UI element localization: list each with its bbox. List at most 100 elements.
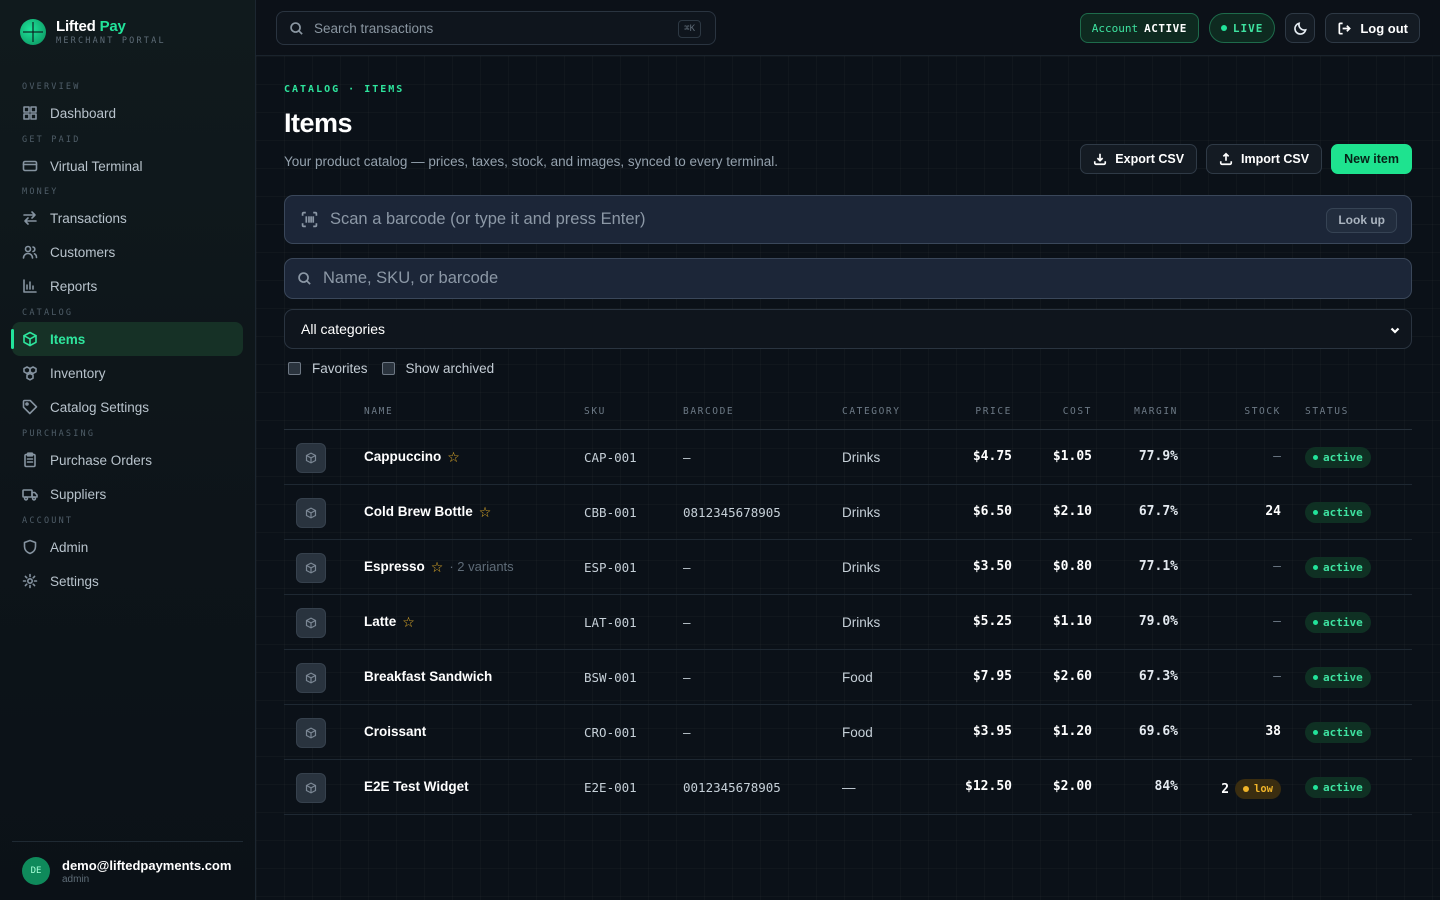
item-name-cell[interactable]: Cappuccino ☆ (364, 449, 460, 464)
download-icon (1094, 153, 1107, 166)
brand[interactable]: Lifted Pay MERCHANT PORTAL (20, 18, 166, 46)
sidebar-item-virtual-terminal[interactable]: Virtual Terminal (12, 149, 243, 183)
column-header-sku[interactable]: SKU (584, 406, 606, 417)
box-placeholder-icon (305, 727, 317, 739)
import-csv-button[interactable]: Import CSV (1206, 144, 1323, 174)
item-thumbnail[interactable] (296, 663, 326, 693)
export-csv-button[interactable]: Export CSV (1080, 144, 1198, 174)
item-filter-input[interactable]: Name, SKU, or barcode (284, 258, 1412, 299)
sidebar-item-dashboard[interactable]: Dashboard (12, 96, 243, 130)
status-dot-icon (1313, 510, 1318, 515)
item-name-cell[interactable]: Croissant (364, 724, 426, 739)
item-thumbnail[interactable] (296, 553, 326, 583)
status-badge: active (1305, 777, 1371, 798)
page-title: Items (284, 108, 353, 138)
column-header-margin[interactable]: MARGIN (1134, 406, 1178, 417)
search-input[interactable]: Search transactions ⌘K (276, 11, 716, 45)
globe-logo-icon (20, 19, 46, 45)
sidebar-item-label: Items (50, 331, 86, 347)
sidebar-item-customers[interactable]: Customers (12, 235, 243, 269)
user-profile[interactable]: DE demo@liftedpayments.com admin (12, 841, 243, 900)
theme-toggle-button[interactable] (1285, 13, 1316, 43)
item-margin: 79.0% (1138, 614, 1178, 629)
item-cost: $0.80 (1052, 559, 1092, 574)
sidebar-item-admin[interactable]: Admin (12, 530, 243, 564)
column-header-category[interactable]: CATEGORY (842, 406, 901, 417)
item-thumbnail[interactable] (296, 773, 326, 803)
item-name[interactable]: Breakfast Sandwich (364, 669, 492, 684)
barcode-scan-input[interactable]: Scan a barcode (or type it and press Ent… (284, 195, 1412, 244)
item-variants: · 2 variants (449, 559, 514, 574)
item-name-cell[interactable]: E2E Test Widget (364, 779, 469, 794)
box-placeholder-icon (305, 507, 317, 519)
status-badge: active (1305, 447, 1371, 468)
sidebar-item-inventory[interactable]: Inventory (12, 356, 243, 390)
checkbox-box[interactable] (288, 362, 301, 375)
checkbox-box[interactable] (381, 362, 395, 375)
sidebar-item-purchase-orders[interactable]: Purchase Orders (12, 443, 243, 477)
favorite-star-icon[interactable]: ☆ (479, 505, 492, 519)
bar-chart-icon (23, 279, 37, 293)
item-thumbnail[interactable] (296, 718, 326, 748)
item-price: $3.95 (972, 724, 1012, 739)
new-item-button[interactable]: New item (1331, 144, 1412, 174)
item-margin: 67.3% (1138, 669, 1178, 684)
item-name-cell[interactable]: Breakfast Sandwich (364, 669, 492, 684)
sidebar-item-transactions[interactable]: Transactions (12, 201, 243, 235)
filter-checkboxes: Favorites Show archived (288, 361, 494, 376)
category-select[interactable]: All categories (284, 309, 1412, 349)
favorite-star-icon[interactable]: ☆ (431, 560, 444, 574)
item-margin: 67.7% (1138, 504, 1178, 519)
item-thumbnail[interactable] (296, 608, 326, 638)
sidebar-item-suppliers[interactable]: Suppliers (12, 477, 243, 511)
sidebar-item-items[interactable]: Items (11, 322, 243, 356)
item-thumbnail[interactable] (296, 498, 326, 528)
favorite-star-icon[interactable]: ☆ (447, 450, 460, 464)
sidebar-item-reports[interactable]: Reports (12, 269, 243, 303)
item-name-cell[interactable]: Cold Brew Bottle ☆ (364, 504, 491, 519)
sidebar-item-catalog-settings[interactable]: Catalog Settings (12, 390, 243, 424)
column-header-cost[interactable]: COST (1063, 406, 1092, 417)
item-name[interactable]: Espresso (364, 559, 425, 574)
table-row[interactable]: E2E Test Widget E2E-001 0012345678905 — … (284, 760, 1412, 815)
column-header-status[interactable]: STATUS (1305, 406, 1349, 417)
item-name[interactable]: E2E Test Widget (364, 779, 469, 794)
show-archived-checkbox[interactable]: Show archived (381, 361, 494, 376)
table-row[interactable]: Latte ☆ LAT-001 — Drinks $5.25 $1.10 79.… (284, 595, 1412, 650)
look-up-button[interactable]: Look up (1326, 208, 1397, 233)
logout-button[interactable]: Log out (1325, 13, 1420, 43)
box-placeholder-icon (305, 672, 317, 684)
item-name[interactable]: Cappuccino (364, 449, 441, 464)
favorite-star-icon[interactable]: ☆ (402, 615, 415, 629)
table-row[interactable]: Cappuccino ☆ CAP-001 — Drinks $4.75 $1.0… (284, 430, 1412, 485)
live-mode-badge[interactable]: LIVE (1208, 13, 1276, 43)
item-sku: E2E-001 (584, 780, 637, 795)
favorites-checkbox[interactable]: Favorites (288, 361, 368, 376)
status-label: active (1323, 781, 1363, 794)
item-name[interactable]: Latte (364, 614, 396, 629)
table-row[interactable]: Croissant CRO-001 — Food $3.95 $1.20 69.… (284, 705, 1412, 760)
item-sku: BSW-001 (584, 670, 637, 685)
column-header-stock[interactable]: STOCK (1244, 406, 1281, 417)
sidebar-item-settings[interactable]: Settings (12, 564, 243, 598)
main-content: CATALOG · ITEMS Items Your product catal… (256, 56, 1440, 900)
item-cost: $2.10 (1052, 504, 1092, 519)
item-name-cell[interactable]: Espresso ☆ · 2 variants (364, 559, 514, 574)
column-header-barcode[interactable]: BARCODE (683, 406, 734, 417)
column-header-price[interactable]: PRICE (975, 406, 1012, 417)
sidebar-item-label: Virtual Terminal (50, 158, 143, 174)
item-name[interactable]: Cold Brew Bottle (364, 504, 473, 519)
item-name-cell[interactable]: Latte ☆ (364, 614, 415, 629)
status-dot-icon (1313, 455, 1318, 460)
favorites-label: Favorites (312, 361, 368, 376)
item-sku: CAP-001 (584, 450, 637, 465)
item-category: Drinks (842, 450, 881, 465)
table-row[interactable]: Cold Brew Bottle ☆ CBB-001 0812345678905… (284, 485, 1412, 540)
item-price: $7.95 (972, 669, 1012, 684)
table-row[interactable]: Breakfast Sandwich BSW-001 — Food $7.95 … (284, 650, 1412, 705)
grid-icon (23, 106, 37, 120)
column-header-name[interactable]: NAME (364, 406, 393, 417)
item-thumbnail[interactable] (296, 443, 326, 473)
item-name[interactable]: Croissant (364, 724, 426, 739)
table-row[interactable]: Espresso ☆ · 2 variants ESP-001 — Drinks… (284, 540, 1412, 595)
